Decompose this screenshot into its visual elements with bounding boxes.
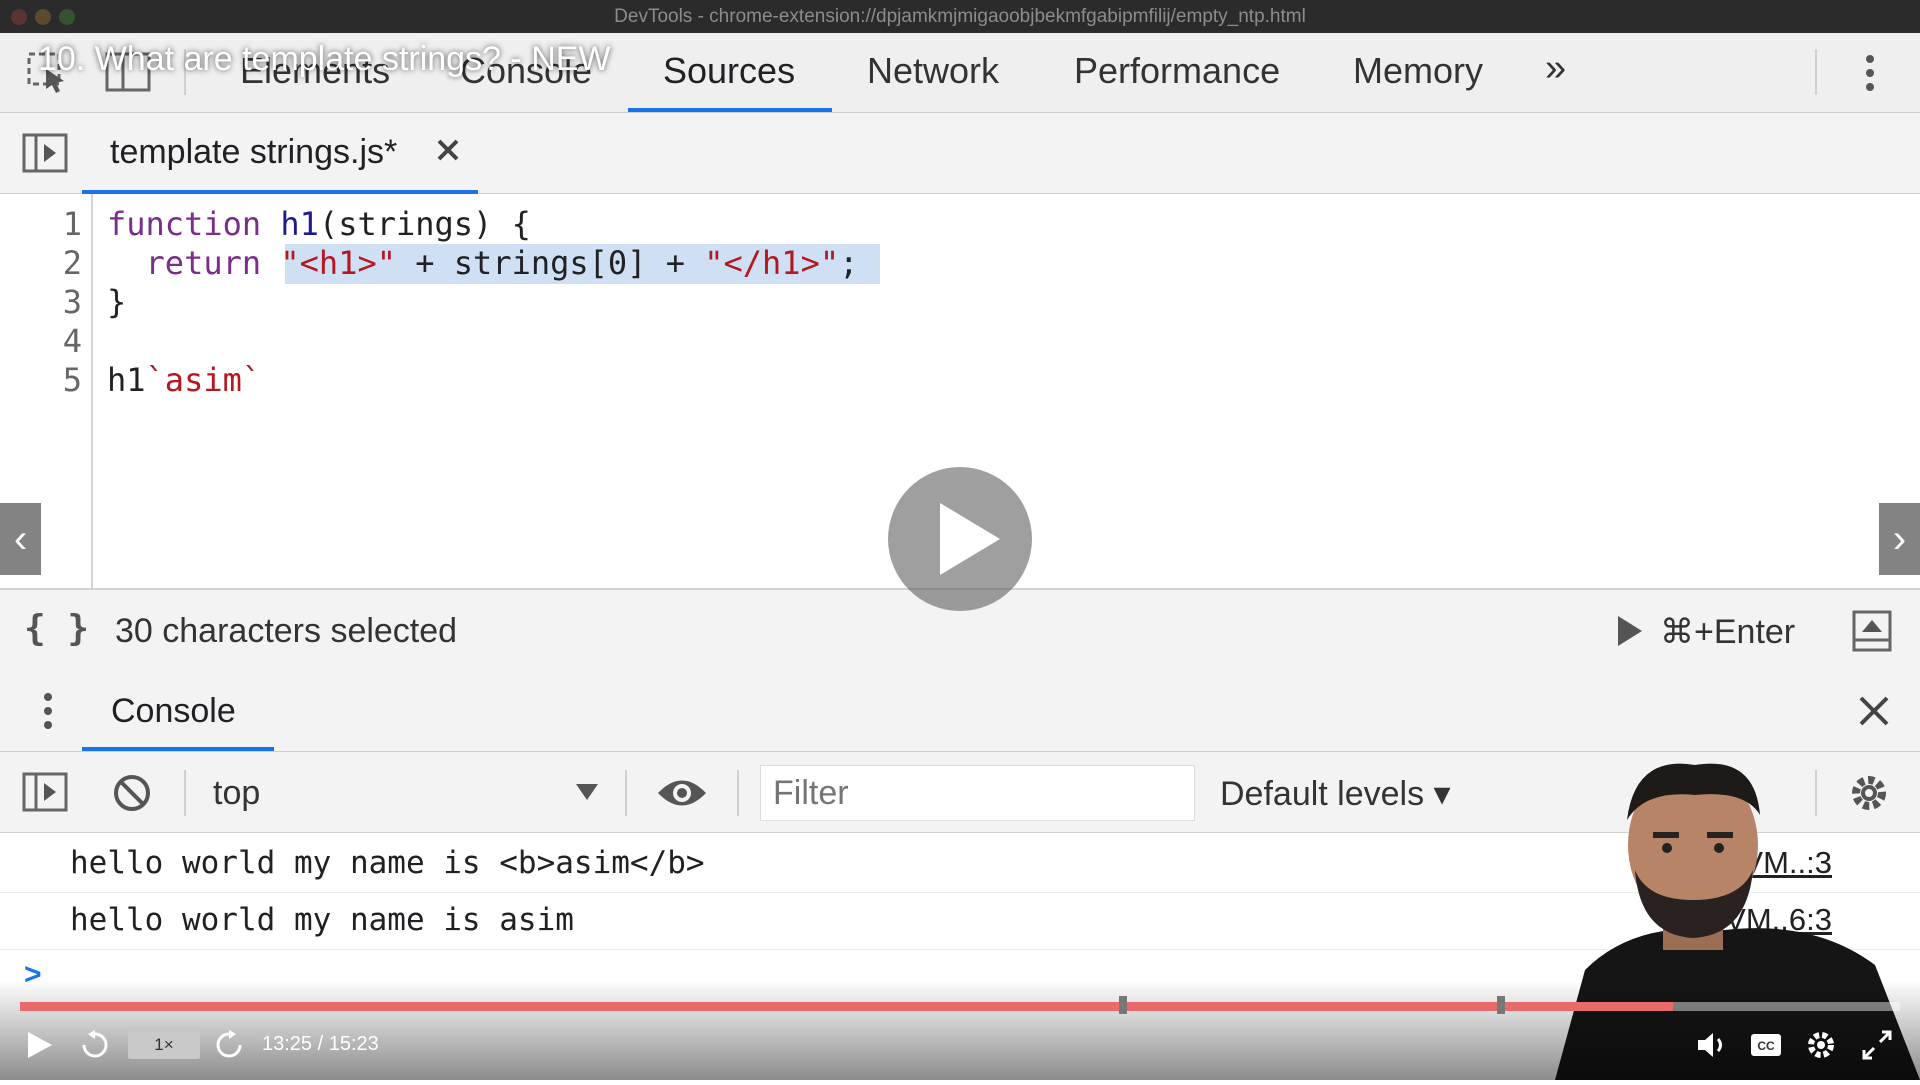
rewind-icon[interactable] — [80, 1030, 110, 1060]
active-tab-indicator — [628, 108, 832, 112]
tab-separator — [1815, 49, 1817, 95]
line-number: 1 — [62, 205, 82, 243]
console-message-text: hello world my name is <b>asim</b> — [70, 845, 705, 881]
gutter-border — [91, 194, 93, 588]
tab-performance[interactable]: Performance — [1074, 50, 1280, 92]
player-controls — [0, 980, 1920, 1080]
live-expression-eye-icon[interactable] — [656, 776, 708, 810]
toggle-drawer-icon[interactable] — [1852, 610, 1892, 652]
toolbar-separator — [737, 770, 739, 816]
pretty-print-icon[interactable]: { } — [24, 608, 89, 649]
closed-captions-icon[interactable]: CC — [1750, 1033, 1782, 1057]
more-tabs-icon[interactable]: » — [1545, 47, 1566, 90]
selection-status: 30 characters selected — [115, 612, 458, 650]
close-file-icon[interactable] — [435, 137, 461, 163]
file-tab-name[interactable]: template strings.js* — [110, 133, 397, 172]
forward-icon[interactable] — [214, 1030, 244, 1060]
run-shortcut-label: ⌘+Enter — [1660, 613, 1796, 651]
toggle-navigator-icon[interactable] — [22, 133, 68, 173]
tab-sources[interactable]: Sources — [663, 50, 795, 92]
toolbar-separator — [184, 770, 186, 816]
console-sidebar-icon[interactable] — [22, 772, 68, 812]
previous-lecture-button[interactable]: ‹ — [0, 503, 41, 575]
file-tabbar: template strings.js* — [0, 113, 1920, 194]
line-number: 2 — [62, 244, 82, 282]
line-number: 5 — [62, 361, 82, 399]
line-number: 4 — [62, 322, 82, 360]
video-settings-gear-icon[interactable] — [1806, 1030, 1836, 1060]
code-line: } — [107, 283, 127, 321]
console-message-text: hello world my name is asim — [70, 902, 574, 938]
video-title: 10. What are template strings? - NEW — [38, 40, 611, 78]
drawer-menu-icon[interactable] — [38, 689, 58, 733]
line-number: 3 — [62, 283, 82, 321]
drawer-tab-indicator — [82, 747, 274, 751]
toolbar-separator — [625, 770, 627, 816]
log-levels-select[interactable]: Default levels ▾ — [1220, 774, 1451, 814]
video-timecode: 13:25 / 15:23 — [262, 1033, 379, 1055]
filter-input[interactable] — [760, 765, 1195, 821]
fullscreen-icon[interactable] — [1862, 1030, 1892, 1060]
progress-fill — [20, 1002, 1673, 1011]
svg-text:CC: CC — [1757, 1039, 1775, 1053]
window-title: DevTools - chrome-extension://dpjamkmjmi… — [614, 6, 1306, 27]
code-line: h1`asim` — [107, 361, 262, 399]
playback-speed-button[interactable]: 1× — [128, 1031, 200, 1059]
run-snippet-icon[interactable] — [1616, 614, 1644, 648]
tab-memory[interactable]: Memory — [1353, 50, 1483, 92]
clear-console-icon[interactable] — [112, 773, 152, 813]
drawer-tab-console[interactable]: Console — [111, 692, 236, 731]
next-lecture-button[interactable]: › — [1879, 503, 1920, 575]
play-icon[interactable] — [26, 1030, 54, 1060]
code-line: return "<h1>" + strings[0] + "</h1>"; — [145, 244, 859, 282]
code-line: function h1(strings) { — [107, 205, 531, 243]
tab-network[interactable]: Network — [867, 50, 999, 92]
context-select-value[interactable]: top — [213, 774, 260, 813]
chapter-marker — [1497, 996, 1505, 1014]
chevron-down-icon[interactable] — [575, 782, 599, 802]
chapter-marker — [1119, 996, 1127, 1014]
big-play-button[interactable] — [888, 467, 1032, 611]
close-drawer-icon[interactable] — [1856, 693, 1892, 729]
window-titlebar: DevTools - chrome-extension://dpjamkmjmi… — [0, 0, 1920, 33]
more-options-icon[interactable] — [1860, 51, 1880, 95]
drawer-tabbar: Console — [0, 671, 1920, 752]
volume-icon[interactable] — [1696, 1030, 1730, 1060]
